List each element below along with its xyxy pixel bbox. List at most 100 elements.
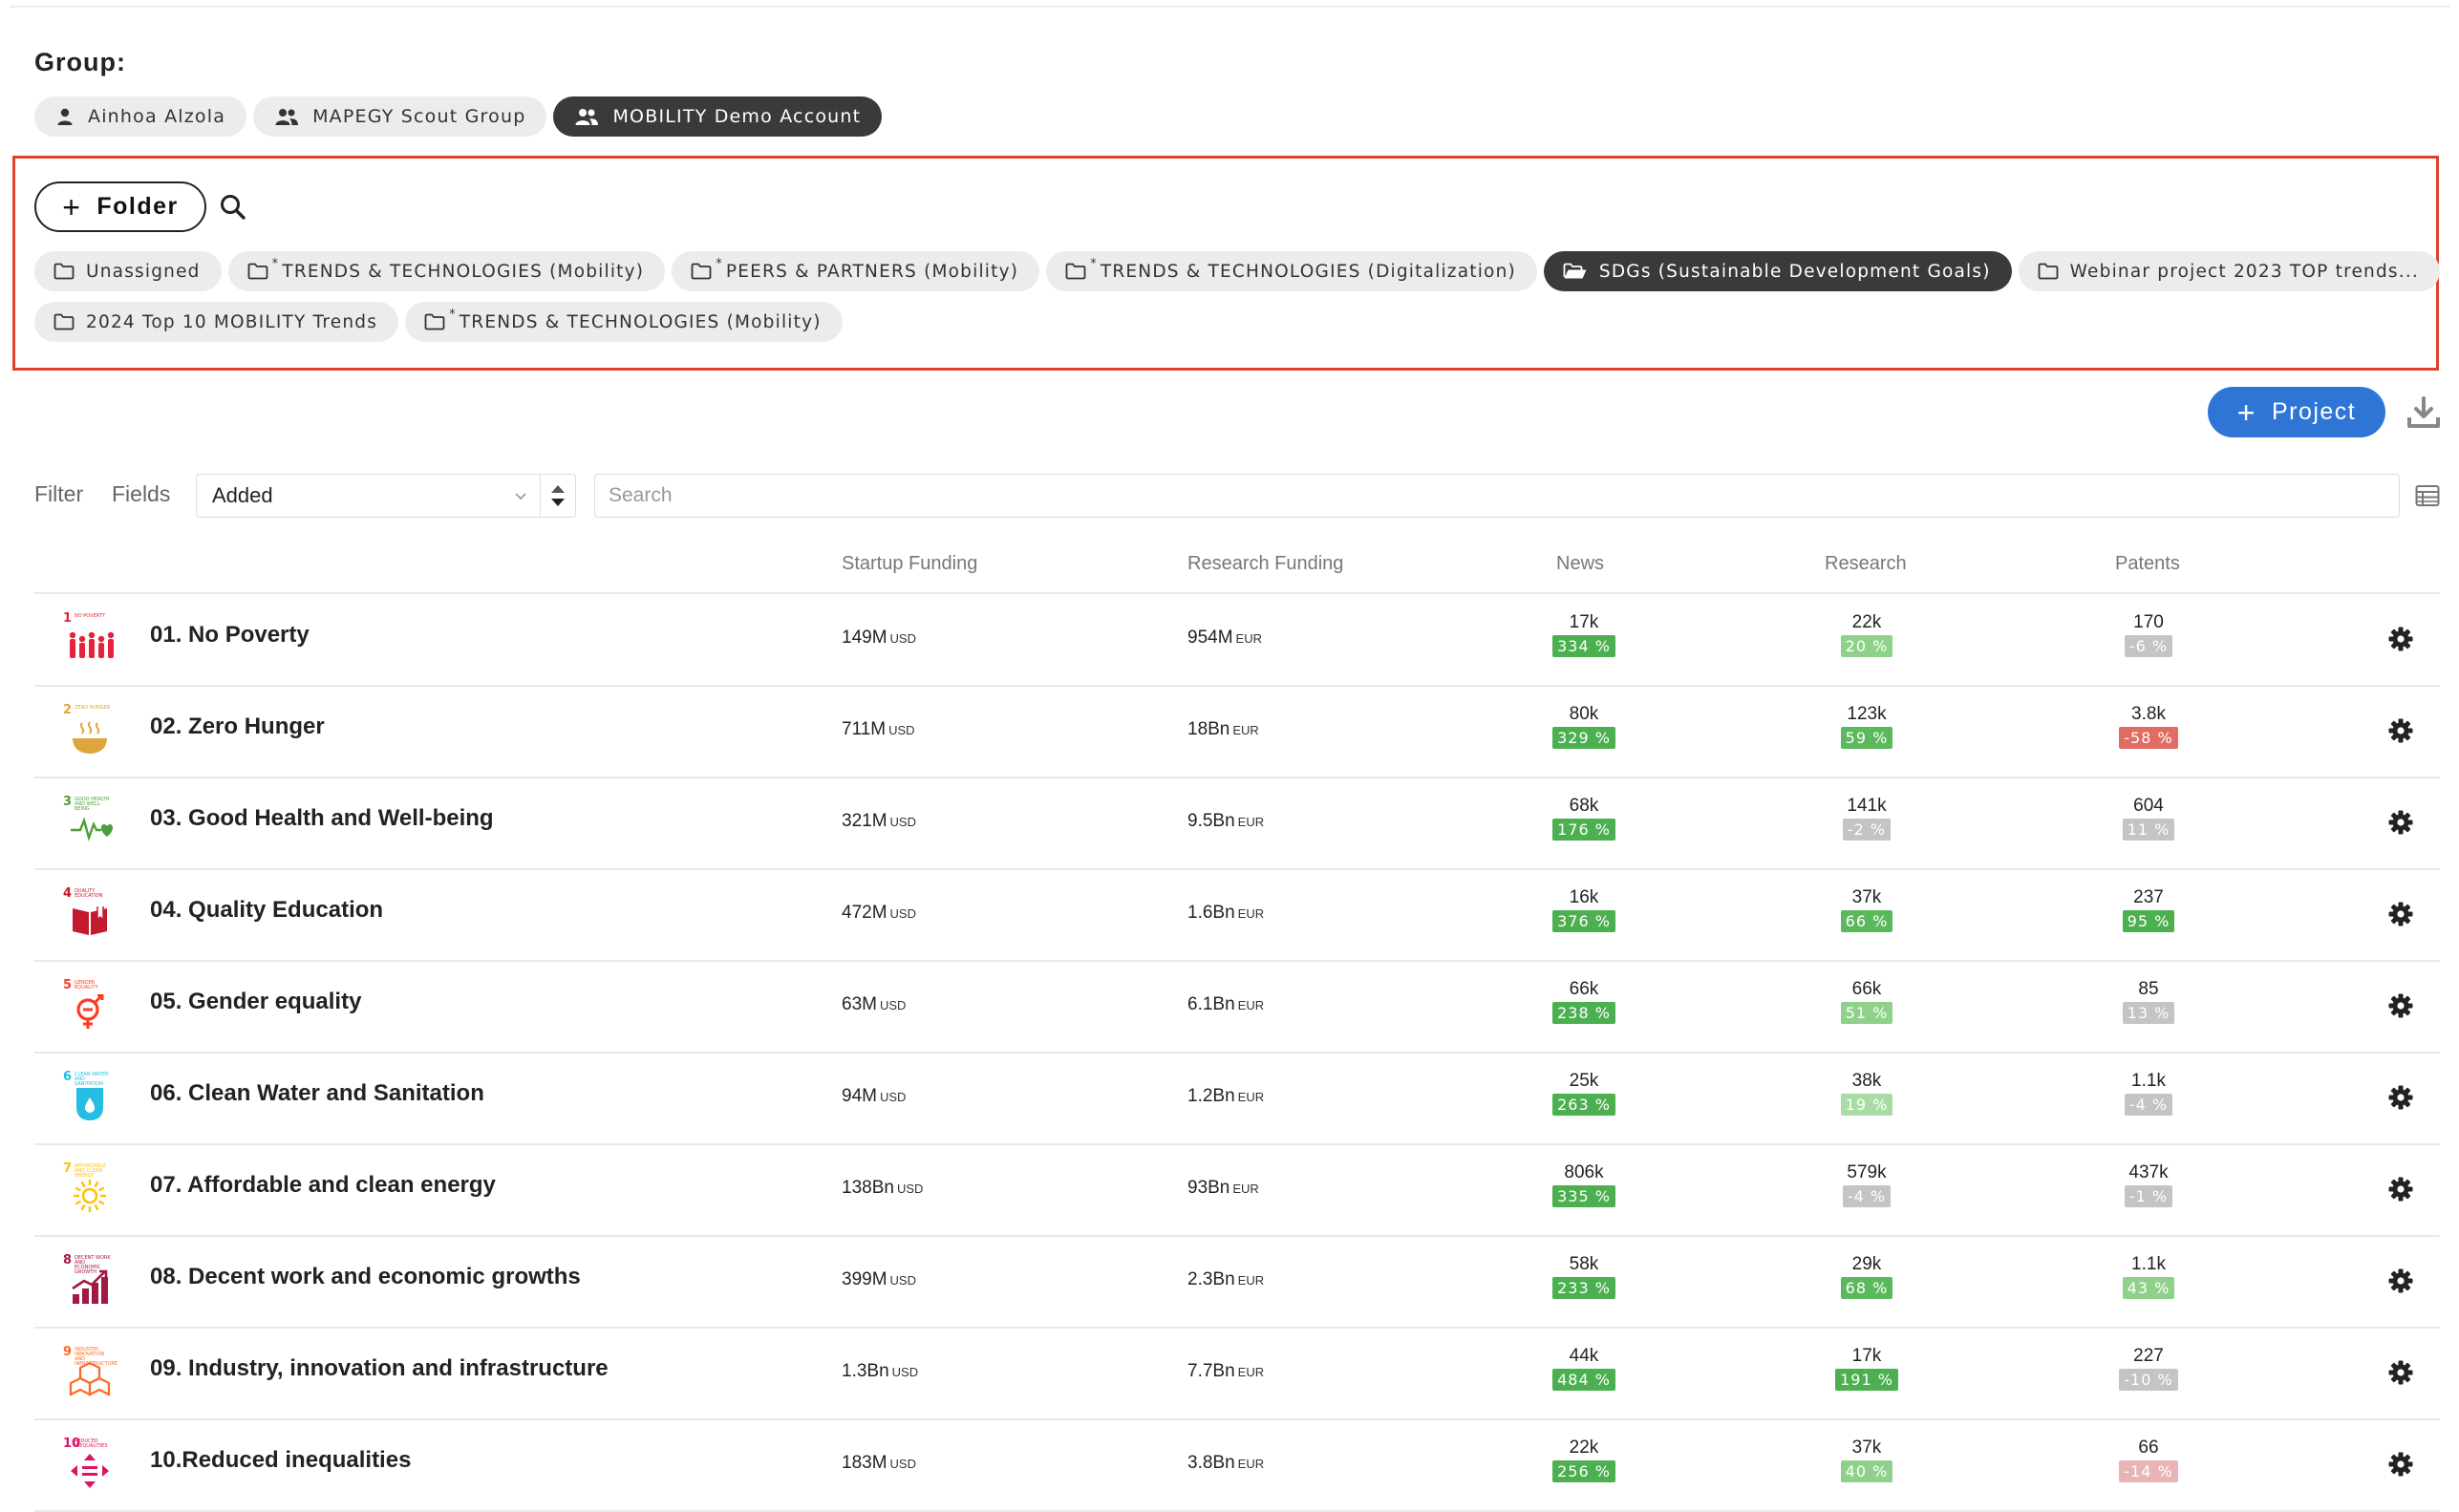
startup-funding-cell: 183M USD: [842, 1453, 916, 1474]
table-row[interactable]: 3 GOOD HEALTH AND WELL-BEING 03. Good Heal…: [34, 777, 2440, 870]
news-count: 58k: [1569, 1254, 1599, 1274]
startup-funding-value: 472M: [842, 903, 887, 923]
folder-chip[interactable]: SDGs (Sustainable Development Goals): [1543, 251, 2012, 291]
table-row[interactable]: 6 CLEAN WATER AND SANITATION 06. Clean Wat…: [34, 1052, 2440, 1145]
table-row[interactable]: 10 REDUCED INEQUALITIES 10.Reduced inequal…: [34, 1418, 2440, 1512]
sdg-mini-title: GENDER EQUALITY: [75, 980, 98, 990]
news-count: 44k: [1569, 1346, 1599, 1366]
project-name[interactable]: 10.Reduced inequalities: [150, 1447, 411, 1474]
gear-icon[interactable]: [2388, 1452, 2413, 1481]
download-icon[interactable]: [2406, 394, 2442, 436]
patents-count: 604: [2133, 796, 2164, 816]
research-count: 37k: [1851, 887, 1882, 907]
project-name[interactable]: 02. Zero Hunger: [150, 713, 325, 740]
gear-icon[interactable]: [2388, 993, 2413, 1023]
research-cell: 66k 51 %: [1814, 977, 1919, 1024]
filter-link[interactable]: Filter: [34, 481, 83, 507]
news-cell: 80k 329 %: [1531, 702, 1636, 749]
gear-icon[interactable]: [2388, 1177, 2413, 1206]
folder-chip[interactable]: * TRENDS & TECHNOLOGIES (Mobility): [405, 302, 843, 342]
news-trend-badge: 334 %: [1552, 635, 1615, 657]
gear-icon[interactable]: [2388, 1085, 2413, 1115]
project-name[interactable]: 08. Decent work and economic growths: [150, 1264, 581, 1290]
add-project-button[interactable]: + Project: [2208, 387, 2385, 437]
patents-trend-badge: -14 %: [2119, 1460, 2178, 1482]
sdg-logo: 9 INDUSTRY, INNOVATION AND INFRASTRUCTURE: [63, 1346, 118, 1399]
news-cell: 806k 335 %: [1531, 1161, 1636, 1207]
gear-icon[interactable]: [2388, 1360, 2413, 1390]
news-trend-badge: 238 %: [1552, 1002, 1615, 1024]
folder-chip[interactable]: * TRENDS & TECHNOLOGIES (Digitalization): [1046, 251, 1537, 291]
column-header-research-funding[interactable]: Research Funding: [1187, 553, 1343, 575]
research-cell: 579k -4 %: [1814, 1161, 1919, 1207]
startup-funding-cell: 711M USD: [842, 719, 915, 740]
table-row[interactable]: 5 GENDER EQUALITY 05. Gender equality 63M US…: [34, 960, 2440, 1054]
folder-chip[interactable]: * TRENDS & TECHNOLOGIES (Mobility): [227, 251, 666, 291]
research-funding-value: 7.7Bn: [1187, 1361, 1235, 1381]
research-funding-cell: 1.2Bn EUR: [1187, 1086, 1264, 1107]
research-cell: 37k 66 %: [1814, 885, 1919, 932]
patents-count: 1.1k: [2131, 1071, 2166, 1091]
table-row[interactable]: 7 AFFORDABLE AND CLEAN ENERGY 07. Affordab…: [34, 1143, 2440, 1237]
folder-list-row-1: Unassigned * TRENDS & TECHNOLOGIES (Mobili…: [34, 251, 2440, 291]
gear-icon[interactable]: [2388, 902, 2413, 931]
patents-trend-badge: -4 %: [2124, 1094, 2173, 1116]
folder-open-icon: [1563, 263, 1588, 280]
currency-unit: EUR: [1235, 631, 1262, 646]
folder-chip[interactable]: 2024 Top 10 MOBILITY Trends: [34, 302, 399, 342]
patents-count: 1.1k: [2131, 1254, 2166, 1274]
project-name[interactable]: 07. Affordable and clean energy: [150, 1172, 496, 1199]
project-name[interactable]: 05. Gender equality: [150, 989, 361, 1015]
patents-trend-badge: -10 %: [2119, 1369, 2178, 1391]
folder-chip[interactable]: Unassigned: [34, 251, 222, 291]
startup-funding-cell: 1.3Bn USD: [842, 1361, 918, 1382]
sort-direction-toggle[interactable]: [540, 475, 575, 517]
table-row[interactable]: 8 DECENT WORK AND ECONOMIC GROWTH 08. Dece…: [34, 1235, 2440, 1329]
project-name[interactable]: 04. Quality Education: [150, 897, 383, 924]
news-trend-badge: 329 %: [1552, 727, 1615, 749]
group-chip[interactable]: Ainhoa Alzola: [34, 96, 247, 137]
search-icon[interactable]: [219, 193, 247, 226]
sdg-logo: 6 CLEAN WATER AND SANITATION: [63, 1071, 117, 1124]
news-count: 806k: [1564, 1162, 1604, 1182]
gear-icon[interactable]: [2388, 810, 2413, 840]
patents-cell: 66 -14 %: [2096, 1436, 2201, 1482]
search-input[interactable]: [594, 474, 2400, 518]
project-name[interactable]: 06. Clean Water and Sanitation: [150, 1080, 484, 1107]
project-name[interactable]: 01. No Poverty: [150, 622, 310, 649]
column-header-news[interactable]: News: [1556, 553, 1604, 575]
gear-icon[interactable]: [2388, 627, 2413, 656]
plus-icon: +: [2236, 394, 2256, 430]
gear-icon[interactable]: [2388, 718, 2413, 748]
users-icon: [574, 107, 599, 126]
folder-chip[interactable]: Webinar project 2023 TOP trends...: [2018, 251, 2440, 291]
research-funding-value: 1.2Bn: [1187, 1086, 1235, 1106]
patents-count: 170: [2133, 612, 2164, 632]
add-folder-button[interactable]: + Folder: [34, 181, 206, 232]
sdg-number: 1: [63, 611, 73, 626]
folder-chip[interactable]: * PEERS & PARTNERS (Mobility): [672, 251, 1040, 291]
group-chip-label: MAPEGY Scout Group: [312, 106, 526, 127]
project-name[interactable]: 03. Good Health and Well-being: [150, 805, 494, 832]
column-header-research[interactable]: Research: [1825, 553, 1907, 575]
table-view-icon[interactable]: [2415, 484, 2440, 512]
column-header-patents[interactable]: Patents: [2115, 553, 2180, 575]
sort-select[interactable]: Added: [196, 474, 576, 518]
fields-link[interactable]: Fields: [112, 481, 170, 507]
currency-unit: EUR: [1232, 1182, 1259, 1196]
table-row[interactable]: 9 INDUSTRY, INNOVATION AND INFRASTRUCTURE…: [34, 1327, 2440, 1420]
group-chip[interactable]: MOBILITY Demo Account: [553, 96, 883, 137]
table-row[interactable]: 2 ZERO HUNGER 02. Zero Hunger 711M USD 18Bn EU…: [34, 685, 2440, 778]
project-name[interactable]: 09. Industry, innovation and infrastruct…: [150, 1355, 609, 1382]
gear-icon[interactable]: [2388, 1268, 2413, 1298]
shared-marker-icon: *: [449, 307, 457, 322]
table-row[interactable]: 4 QUALITY EDUCATION 04. Quality Education 4…: [34, 868, 2440, 962]
group-chip[interactable]: MAPEGY Scout Group: [253, 96, 547, 137]
folder-chip-label: Webinar project 2023 TOP trends...: [2069, 261, 2419, 282]
column-header-startup-funding[interactable]: Startup Funding: [842, 553, 977, 575]
research-trend-badge: 40 %: [1840, 1460, 1893, 1482]
currency-unit: EUR: [1237, 906, 1265, 921]
table-row[interactable]: 1 NO POVERTY 01. No Poverty 149M USD 954M EUR 1…: [34, 593, 2440, 687]
patents-count: 237: [2133, 887, 2164, 907]
research-funding-value: 3.8Bn: [1187, 1453, 1235, 1473]
